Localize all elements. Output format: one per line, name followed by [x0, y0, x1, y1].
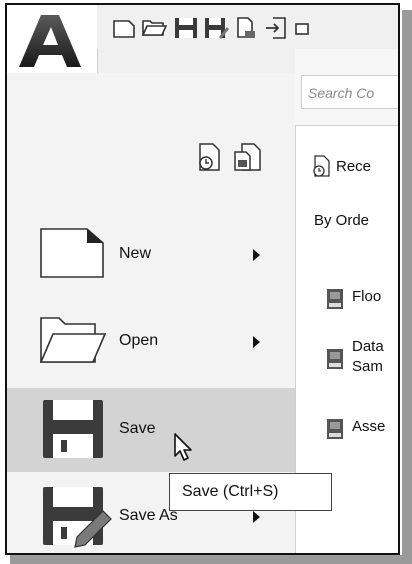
- open-folder-icon: [39, 317, 107, 363]
- recent-document-item[interactable]: Asse: [326, 416, 398, 446]
- menu-item-new-label: New: [119, 245, 152, 262]
- submenu-arrow-icon: [253, 249, 260, 261]
- recent-documents-label: Rece: [336, 158, 372, 175]
- save-floppy-icon: [43, 400, 103, 458]
- dwg-file-icon: [327, 289, 343, 309]
- dwg-file-icon: [327, 419, 343, 439]
- dwg-file-icon: [327, 349, 343, 369]
- search-placeholder: Search Co: [308, 85, 375, 101]
- window-shadow-bottom: [10, 555, 412, 564]
- recent-documents-small-icon: [313, 155, 330, 177]
- recent-document-name-line2: Sam: [352, 358, 383, 375]
- recent-document-name: Floo: [352, 288, 382, 305]
- menu-item-save-label: Save: [119, 420, 156, 437]
- menu-item-new[interactable]: New: [7, 213, 295, 297]
- submenu-arrow-icon: [253, 511, 260, 523]
- menu-item-save[interactable]: Save: [7, 388, 295, 472]
- recent-document-item[interactable]: Floo: [326, 286, 398, 316]
- open-from-web-icon[interactable]: [233, 15, 259, 41]
- menu-item-open[interactable]: Open: [7, 300, 295, 384]
- recent-document-name: Data: [352, 338, 384, 355]
- search-commands-input[interactable]: Search Co: [301, 75, 398, 109]
- mouse-pointer-icon: [174, 433, 192, 461]
- autocad-logo-icon: [19, 15, 81, 67]
- recent-document-name: Asse: [352, 418, 386, 435]
- recent-documents-icon[interactable]: [194, 141, 224, 173]
- recent-document-item[interactable]: Data Sam: [326, 336, 398, 386]
- save-as-floppy-pencil-icon: [43, 487, 112, 548]
- open-documents-icon[interactable]: [232, 141, 262, 173]
- sort-order-dropdown[interactable]: By Orde: [314, 212, 369, 229]
- save-icon[interactable]: [173, 15, 199, 41]
- open-icon[interactable]: [141, 15, 167, 41]
- quick-access-toolbar: [97, 5, 398, 49]
- new-document-icon: [40, 228, 104, 278]
- menu-item-open-label: Open: [119, 332, 159, 349]
- save-tooltip: Save (Ctrl+S): [169, 473, 332, 511]
- window-shadow-right: [402, 10, 412, 564]
- save-as-icon[interactable]: [203, 15, 229, 41]
- new-icon[interactable]: [111, 15, 137, 41]
- export-icon[interactable]: [263, 15, 289, 41]
- submenu-arrow-icon: [253, 336, 260, 348]
- print-icon[interactable]: [293, 15, 319, 41]
- app-logo-button[interactable]: [7, 5, 98, 74]
